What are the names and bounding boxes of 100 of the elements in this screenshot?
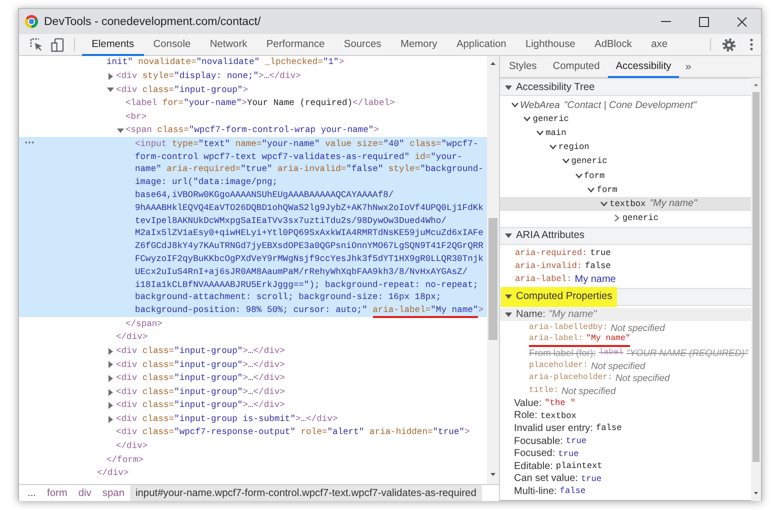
chevron-down-icon[interactable] xyxy=(548,144,557,150)
dom-node[interactable]: <span class="wpcf7-form-control-wrap your-name"> xyxy=(19,124,487,138)
code-line: <br> xyxy=(126,110,147,124)
panel-tab[interactable]: Sources xyxy=(334,34,391,56)
code-line: </span> xyxy=(126,318,162,331)
source-name: From label (for): xyxy=(529,347,596,358)
code-line: <div class="input-group"> xyxy=(116,84,248,96)
triangle-right-icon[interactable] xyxy=(107,361,114,368)
tree-node[interactable]: textbox "My name" xyxy=(500,196,751,211)
attribute-name: aria-label: xyxy=(515,274,572,284)
property-label: Editable: xyxy=(514,460,553,472)
dom-node[interactable]: <div class="input-group"> xyxy=(19,83,487,97)
source-element: label xyxy=(598,348,624,358)
code-line: tevIpel8AKNUkDcWMxpgSaIEaTVv3sx7uztiTdu2s/98DywOw3Dued4Who/ xyxy=(135,214,448,228)
breadcrumb[interactable]: span xyxy=(96,485,130,501)
property-label: Focusable: xyxy=(514,436,563,447)
code-line: FCwyzoIF2qyBuKKbcOgPXdVeY9rMWgNsjf9ccYesJhk3f5dYT1HX9gR0LLQR30Tnjk xyxy=(135,253,484,266)
window-title: DevTools - conedevelopment.com/contact/ xyxy=(44,16,262,28)
triangle-down-icon[interactable] xyxy=(107,86,114,94)
section-header[interactable]: ARIA Attributes xyxy=(500,226,751,245)
breadcrumb[interactable]: div xyxy=(72,485,97,501)
triangle-right-icon[interactable] xyxy=(107,72,114,80)
code-line: </div> xyxy=(116,440,148,453)
tree-node[interactable]: generic xyxy=(500,154,751,168)
tree-node[interactable]: generic xyxy=(500,210,751,225)
node-role: form xyxy=(584,170,605,181)
triangle-down-icon[interactable] xyxy=(505,293,512,300)
panel-tab[interactable]: Memory xyxy=(390,34,447,56)
panel-tab[interactable]: AdBlock xyxy=(584,34,642,56)
breadcrumb[interactable]: input#your-name.wpcf7-form-control.wpcf7-text.wpcf7-validates-as-required xyxy=(130,485,482,501)
code-line: name" aria-required="true" aria-invalid="false" style="background- xyxy=(135,163,484,176)
tree-node[interactable]: form xyxy=(500,168,751,183)
browser-logo-icon xyxy=(25,15,38,28)
panel-tab[interactable]: axe xyxy=(642,34,678,56)
triangle-down-icon[interactable] xyxy=(505,310,512,318)
dom-node[interactable]: <div class="input-group is-submit">…</div> xyxy=(19,412,487,426)
tree-node[interactable]: generic xyxy=(500,112,751,126)
dom-node[interactable]: <br> xyxy=(19,110,487,124)
panel-tab[interactable]: Lighthouse xyxy=(516,34,585,56)
dom-node[interactable]: init" novalidate="novalidate" _lpchecked="1"> xyxy=(19,56,487,70)
triangle-down-icon[interactable] xyxy=(505,84,512,90)
triangle-right-icon[interactable] xyxy=(107,388,114,396)
chevron-down-icon[interactable] xyxy=(523,116,532,122)
scrollbar[interactable] xyxy=(751,78,761,501)
triangle-right-icon[interactable] xyxy=(107,348,114,355)
section-title: Accessibility Tree xyxy=(516,82,595,92)
chevron-down-icon[interactable] xyxy=(536,130,544,136)
node-role: textbox xyxy=(610,198,646,209)
triangle-down-icon[interactable] xyxy=(505,232,512,240)
attribute-value: true xyxy=(590,248,611,258)
triangle-right-icon[interactable] xyxy=(107,375,114,382)
source-name: aria-labelledby: xyxy=(529,322,608,332)
device-icon xyxy=(51,38,64,52)
close-icon xyxy=(736,16,748,28)
code-line: <span class="wpcf7-form-control-wrap your-name"> xyxy=(126,124,379,138)
dom-node[interactable] xyxy=(19,137,487,318)
triangle-down-icon[interactable] xyxy=(116,127,124,134)
property-label: Multi-line: xyxy=(514,486,557,497)
dom-node[interactable]: <div class="input-group">…</div> xyxy=(19,358,487,372)
code-line: <input type="text" name="your-name" value size="40" class="wpcf7- xyxy=(135,138,480,151)
dom-node[interactable]: <div style="display: none;">…</div> xyxy=(19,70,487,84)
code-line: background-position: 98% 50%; cursor: auto;" aria-label="My name"> xyxy=(135,304,484,318)
node-role: form xyxy=(596,184,618,195)
dom-node[interactable]: <div class="input-group">…</div> xyxy=(19,385,487,399)
dom-node[interactable]: <label for="your-name">Your Name (required)</label> xyxy=(19,96,487,110)
chevron-down-icon[interactable] xyxy=(574,172,582,179)
dom-node[interactable]: <div class="wpcf7-response-output" role="alert" aria-hidden="true"> xyxy=(19,426,487,440)
tree-node[interactable]: WebArea "Contact | Cone Development" xyxy=(500,98,751,112)
dom-node[interactable]: <div class="input-group">…</div> xyxy=(19,372,487,386)
tree-node[interactable]: form xyxy=(500,182,751,197)
chevron-down-icon[interactable] xyxy=(510,102,518,108)
property-label: Role: xyxy=(514,410,538,422)
panel-tab[interactable]: Performance xyxy=(256,34,334,56)
tree-node[interactable]: main xyxy=(500,126,751,140)
panel-tab[interactable]: Console xyxy=(144,34,200,56)
triangle-right-icon[interactable] xyxy=(107,402,114,410)
tree-node[interactable]: region xyxy=(500,140,751,154)
more-tabs-button[interactable]: » xyxy=(679,56,698,77)
node-name: "My name" xyxy=(650,198,697,210)
section-header[interactable]: Accessibility Tree xyxy=(500,78,751,96)
chevron-down-icon[interactable] xyxy=(600,200,608,207)
section-header[interactable]: Computed Properties xyxy=(500,288,751,306)
panel-tab[interactable]: Network xyxy=(200,34,257,56)
code-line: <div class="input-group is-submit">…</div> xyxy=(116,412,338,426)
panel-tab[interactable]: Application xyxy=(446,34,516,56)
chevron-down-icon[interactable] xyxy=(587,186,596,193)
dom-node[interactable]: <div class="input-group">…</div> xyxy=(19,398,487,412)
breadcrumb[interactable]: form xyxy=(42,485,73,501)
source-value: Not specified xyxy=(590,360,646,371)
dom-node[interactable]: <div class="input-group">…</div> xyxy=(19,344,487,358)
property-value: false xyxy=(596,423,622,434)
sidebar-tab[interactable]: Computed xyxy=(544,56,608,78)
triangle-right-icon[interactable] xyxy=(107,416,114,423)
more-dots-icon[interactable] xyxy=(25,141,34,144)
panel-tab[interactable]: Elements xyxy=(82,34,144,56)
sidebar-tab[interactable]: Styles xyxy=(501,56,545,78)
breadcrumb[interactable]: ... xyxy=(22,485,42,501)
name-row[interactable]: Name: "My name" xyxy=(500,308,751,321)
chevron-down-icon[interactable] xyxy=(562,158,570,164)
chevron-right-icon[interactable] xyxy=(614,214,620,222)
